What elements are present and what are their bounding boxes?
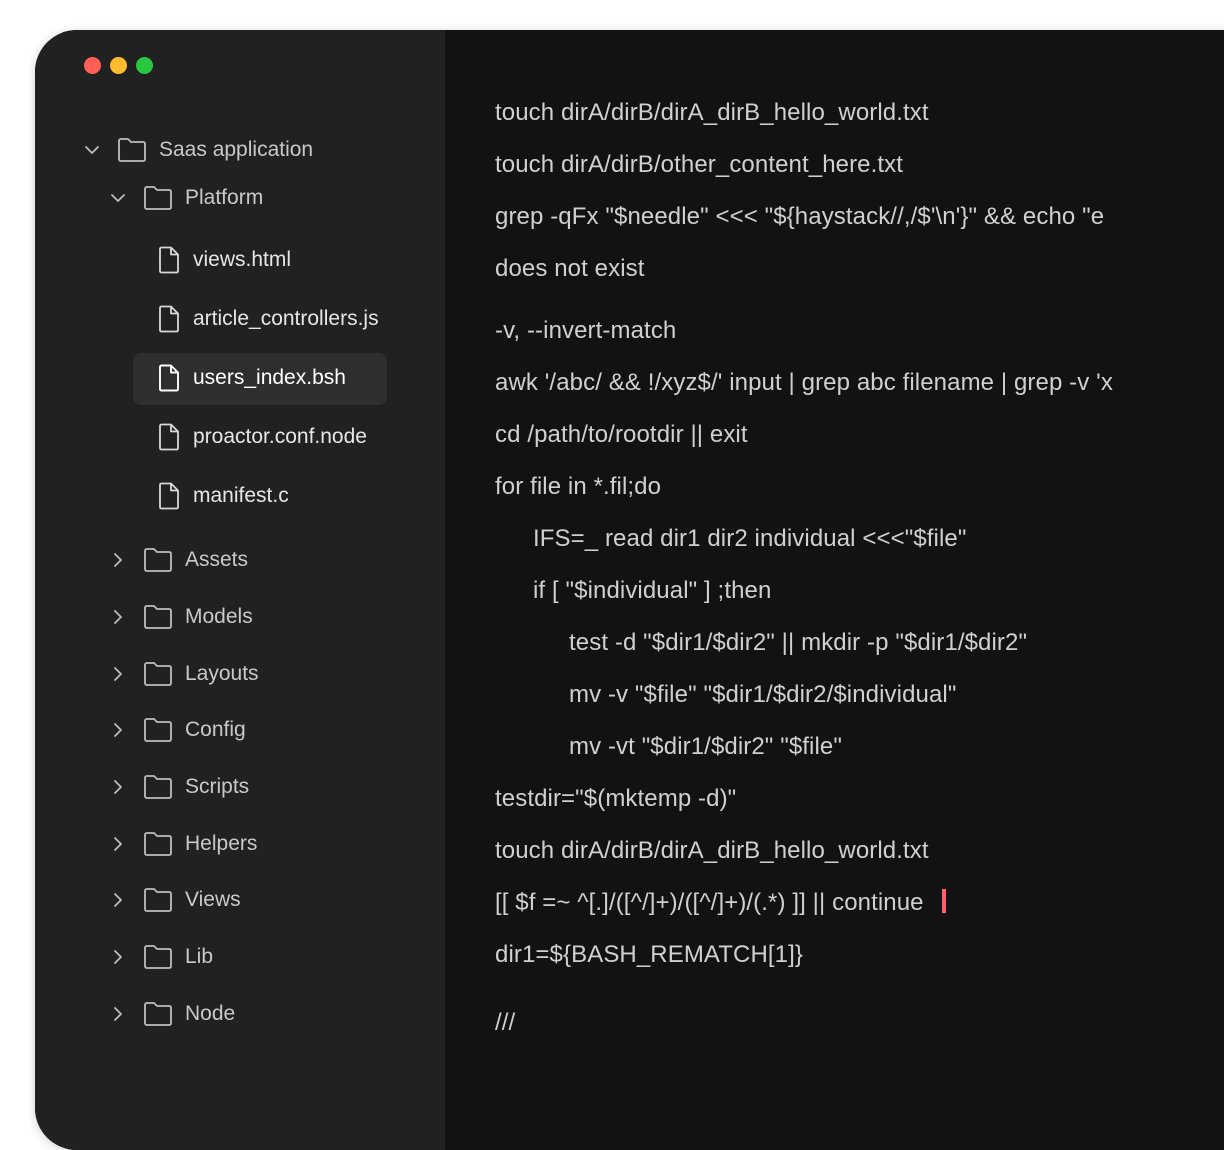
code-line[interactable]: mv -vt "$dir1/$dir2" "$file": [569, 732, 842, 762]
file-explorer-sidebar: Saas application Platform views.html art…: [35, 30, 445, 1150]
file-icon: [157, 304, 183, 334]
window-controls: [84, 57, 153, 74]
file-item-article-controllers-js[interactable]: article_controllers.js: [157, 301, 379, 337]
text-cursor: [941, 889, 946, 913]
tree-item-label: Scripts: [185, 775, 250, 798]
tree-item-label: Node: [185, 1002, 236, 1025]
folder-icon: [143, 943, 175, 971]
code-line[interactable]: cd /path/to/rootdir || exit: [495, 420, 748, 450]
code-line[interactable]: test -d "$dir1/$dir2" || mkdir -p "$dir1…: [569, 628, 1027, 658]
file-item-label: users_index.bsh: [193, 366, 346, 389]
tree-item-models[interactable]: Models: [107, 599, 253, 635]
file-item-proactor-conf-node[interactable]: proactor.conf.node: [157, 419, 367, 455]
tree-item-scripts[interactable]: Scripts: [107, 769, 249, 805]
tree-item-label: Saas application: [159, 138, 314, 161]
file-item-label: manifest.c: [193, 484, 289, 507]
folder-icon: [143, 716, 175, 744]
file-item-label: views.html: [193, 248, 292, 271]
maximize-button[interactable]: [136, 57, 153, 74]
code-line-text: [[ $f =~ ^[.]/([^/]+)/([^/]+)/(.*) ]] ||…: [495, 889, 924, 916]
chevron-right-icon[interactable]: [107, 776, 129, 798]
folder-icon: [143, 546, 175, 574]
code-line[interactable]: for file in *.fil;do: [495, 472, 661, 502]
editor-window: Saas application Platform views.html art…: [35, 30, 1224, 1150]
code-line[interactable]: IFS=_ read dir1 dir2 individual <<<"$fil…: [533, 524, 967, 554]
chevron-right-icon[interactable]: [107, 719, 129, 741]
folder-icon: [143, 603, 175, 631]
code-line[interactable]: dir1=${BASH_REMATCH[1]}: [495, 940, 803, 970]
tree-item-label: Platform: [185, 186, 264, 209]
file-item-users-index-bsh[interactable]: users_index.bsh: [157, 360, 346, 396]
tree-item-layouts[interactable]: Layouts: [107, 656, 259, 692]
code-line[interactable]: touch dirA/dirB/dirA_dirB_hello_world.tx…: [495, 98, 929, 128]
chevron-down-icon[interactable]: [107, 187, 129, 209]
chevron-right-icon[interactable]: [107, 833, 129, 855]
code-line[interactable]: mv -v "$file" "$dir1/$dir2/$individual": [569, 680, 956, 710]
tree-item-lib[interactable]: Lib: [107, 939, 213, 975]
code-line[interactable]: -v, --invert-match: [495, 316, 676, 346]
code-line[interactable]: ///: [495, 1008, 515, 1038]
code-line[interactable]: testdir="$(mktemp -d)": [495, 784, 736, 814]
code-editor[interactable]: touch dirA/dirB/dirA_dirB_hello_world.tx…: [445, 30, 1224, 1150]
chevron-down-icon[interactable]: [81, 139, 103, 161]
file-icon: [157, 481, 183, 511]
tree-item-config[interactable]: Config: [107, 712, 246, 748]
code-line[interactable]: does not exist: [495, 254, 645, 284]
code-line[interactable]: awk '/abc/ && !/xyz$/' input | grep abc …: [495, 368, 1113, 398]
tree-item-label: Views: [185, 888, 241, 911]
tree-item-label: Layouts: [185, 662, 259, 685]
code-line[interactable]: grep -qFx "$needle" <<< "${haystack//,/$…: [495, 202, 1104, 232]
tree-item-node[interactable]: Node: [107, 996, 235, 1032]
tree-item-assets[interactable]: Assets: [107, 542, 248, 578]
tree-item-root[interactable]: Saas application: [81, 132, 313, 168]
code-line[interactable]: touch dirA/dirB/other_content_here.txt: [495, 150, 903, 180]
file-item-manifest-c[interactable]: manifest.c: [157, 478, 289, 514]
chevron-right-icon[interactable]: [107, 1003, 129, 1025]
file-item-label: proactor.conf.node: [193, 425, 367, 448]
code-line-with-cursor[interactable]: [[ $f =~ ^[.]/([^/]+)/([^/]+)/(.*) ]] ||…: [495, 888, 946, 918]
code-line[interactable]: touch dirA/dirB/dirA_dirB_hello_world.tx…: [495, 836, 929, 866]
file-icon: [157, 363, 183, 393]
folder-icon: [143, 1000, 175, 1028]
folder-icon: [117, 136, 149, 164]
folder-icon: [143, 660, 175, 688]
code-line[interactable]: if [ "$individual" ] ;then: [533, 576, 771, 606]
chevron-right-icon[interactable]: [107, 606, 129, 628]
minimize-button[interactable]: [110, 57, 127, 74]
folder-icon: [143, 184, 175, 212]
folder-icon: [143, 773, 175, 801]
file-item-label: article_controllers.js: [193, 307, 379, 330]
folder-icon: [143, 830, 175, 858]
chevron-right-icon[interactable]: [107, 889, 129, 911]
file-icon: [157, 422, 183, 452]
chevron-right-icon[interactable]: [107, 663, 129, 685]
tree-item-helpers[interactable]: Helpers: [107, 826, 257, 862]
tree-item-label: Lib: [185, 945, 214, 968]
file-item-views-html[interactable]: views.html: [157, 242, 291, 278]
chevron-right-icon[interactable]: [107, 549, 129, 571]
folder-icon: [143, 886, 175, 914]
tree-item-label: Assets: [185, 548, 249, 571]
file-icon: [157, 245, 183, 275]
tree-item-views[interactable]: Views: [107, 882, 241, 918]
tree-item-label: Helpers: [185, 832, 258, 855]
chevron-right-icon[interactable]: [107, 946, 129, 968]
tree-item-platform[interactable]: Platform: [107, 180, 263, 216]
tree-item-label: Config: [185, 718, 246, 741]
tree-item-label: Models: [185, 605, 253, 628]
close-button[interactable]: [84, 57, 101, 74]
